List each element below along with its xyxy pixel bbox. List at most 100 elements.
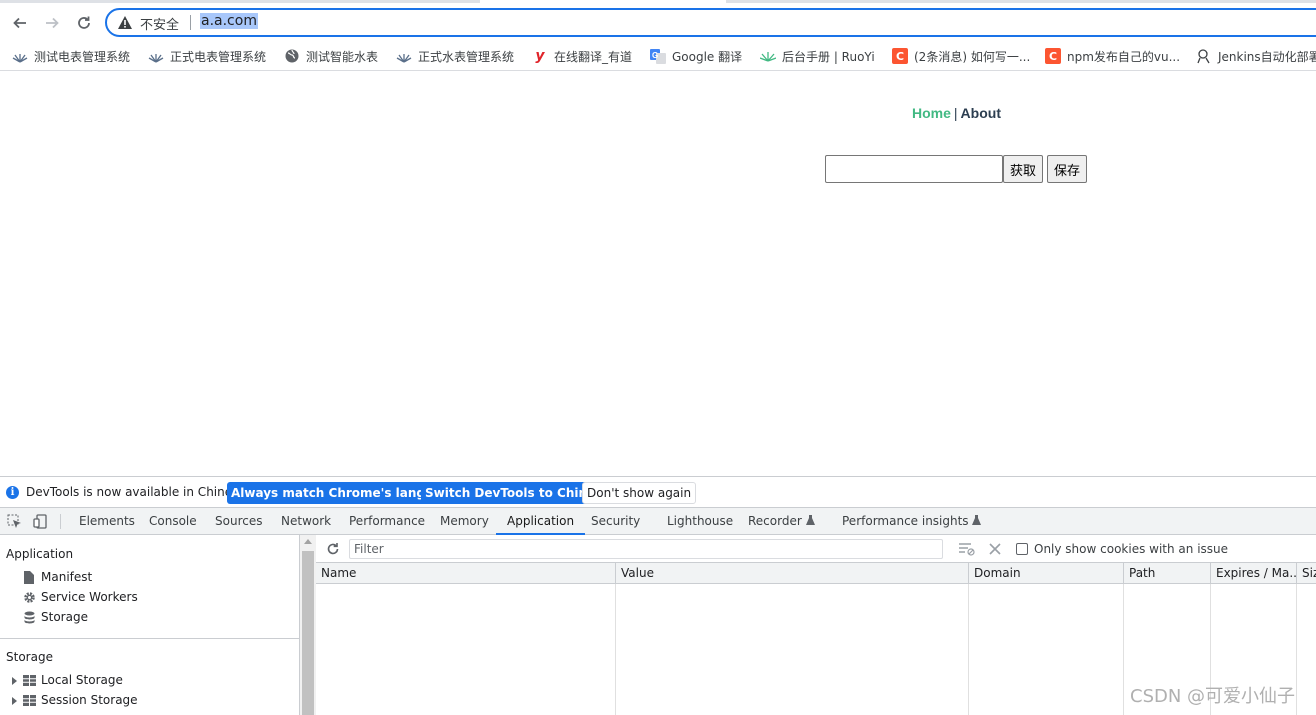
plant-icon: [12, 48, 28, 64]
expand-triangle-icon[interactable]: [12, 677, 17, 685]
security-label[interactable]: 不安全: [140, 14, 179, 33]
reload-button[interactable]: [72, 11, 96, 35]
grid-icon: [22, 693, 36, 707]
clear-filter-icon: [958, 542, 975, 556]
database-icon: [22, 610, 36, 624]
expand-triangle-icon[interactable]: [12, 697, 17, 705]
tab-lighthouse[interactable]: Lighthouse: [667, 508, 733, 535]
bookmark-item[interactable]: 测试智能水表: [284, 46, 378, 66]
plant-icon: [148, 48, 164, 64]
back-button[interactable]: [8, 11, 32, 35]
nav-about-link[interactable]: About: [961, 105, 1001, 121]
bookmark-label: (2条消息) 如何写一...: [914, 49, 1031, 64]
csdn-icon: C: [892, 48, 908, 64]
clear-all-button[interactable]: [986, 540, 1003, 557]
column-header-size[interactable]: Siz: [1297, 563, 1316, 584]
sidebar-item-service-workers[interactable]: Service Workers: [22, 590, 138, 604]
bookmark-item[interactable]: C npm发布自己的vu...: [1045, 46, 1180, 66]
tab-memory[interactable]: Memory: [440, 508, 489, 535]
grid-icon: [22, 673, 36, 687]
warning-icon[interactable]: [117, 15, 133, 30]
bookmark-label: 测试智能水表: [306, 49, 379, 64]
browser-toolbar: 不安全 a.a.com: [0, 3, 1316, 41]
devtools-infobar: i DevTools is now available in Chinese! …: [0, 477, 1316, 508]
devtools-tabbar: Elements Console Sources Network Perform…: [0, 508, 1316, 535]
forward-button[interactable]: [40, 11, 64, 35]
bookmark-item[interactable]: C (2条消息) 如何写一...: [892, 46, 1030, 66]
ruoyi-icon: [760, 48, 776, 64]
tab-console[interactable]: Console: [149, 508, 197, 535]
device-icon: [33, 514, 47, 529]
arrow-left-icon: [13, 17, 26, 29]
bookmark-item[interactable]: G Google 翻译: [650, 46, 742, 66]
inspect-element-button[interactable]: [6, 513, 23, 530]
bookmark-label: Jenkins自动化部署: [1218, 49, 1316, 64]
sidebar-item-label: Local Storage: [41, 673, 123, 687]
tab-security[interactable]: Security: [591, 508, 640, 535]
sidebar-item-local-storage[interactable]: Local Storage: [22, 673, 123, 687]
text-input[interactable]: [825, 155, 1003, 183]
csdn-watermark: CSDN @可爱小仙子: [1130, 686, 1296, 707]
bookmark-item[interactable]: 正式电表管理系统: [148, 46, 266, 66]
column-header-path[interactable]: Path: [1124, 563, 1211, 584]
column-header-name[interactable]: Name: [316, 563, 616, 584]
bookmark-item[interactable]: Jenkins自动化部署: [1196, 46, 1316, 66]
sidebar-item-session-storage[interactable]: Session Storage: [22, 693, 138, 707]
bookmark-label: Google 翻译: [672, 49, 743, 64]
google-translate-icon: G: [650, 48, 666, 64]
only-issue-checkbox[interactable]: [1016, 543, 1028, 555]
sidebar-scrollbar[interactable]: [300, 535, 316, 715]
bookmark-label: 正式电表管理系统: [170, 49, 267, 64]
column-header-domain[interactable]: Domain: [969, 563, 1124, 584]
address-bar[interactable]: 不安全 a.a.com: [105, 8, 1316, 37]
tab-recorder[interactable]: Recorder: [748, 508, 815, 535]
save-button[interactable]: 保存: [1047, 155, 1088, 183]
tab-sources[interactable]: Sources: [215, 508, 262, 535]
bookmark-item[interactable]: 测试电表管理系统: [12, 46, 130, 66]
tab-performance-insights-label: Performance insights: [842, 514, 969, 528]
svg-text:G: G: [652, 51, 658, 60]
tab-elements[interactable]: Elements: [79, 508, 135, 535]
bookmarks-bar: 测试电表管理系统 正式电表管理系统 测试智能水表 正式水表管理系统 y 在线翻译…: [0, 41, 1316, 71]
bookmark-item[interactable]: 正式水表管理系统: [396, 46, 514, 66]
csdn-icon: C: [1045, 48, 1061, 64]
get-button[interactable]: 获取: [1003, 155, 1044, 183]
nav-home-link[interactable]: Home: [912, 105, 951, 121]
column-header-expires[interactable]: Expires / Ma...: [1211, 563, 1297, 584]
youdao-icon: y: [535, 48, 545, 64]
tab-network[interactable]: Network: [281, 508, 331, 535]
bookmark-item[interactable]: 后台手册 | RuoYi: [760, 46, 875, 66]
bookmark-label: 在线翻译_有道: [554, 49, 633, 64]
sidebar-header-storage: Storage: [6, 650, 53, 664]
refresh-icon: [327, 542, 338, 554]
nav-separator: |: [953, 105, 958, 121]
sidebar-item-storage[interactable]: Storage: [22, 610, 88, 624]
scroll-up-arrow-icon[interactable]: [304, 539, 312, 544]
bookmark-label: 后台手册 | RuoYi: [782, 49, 875, 64]
url-text[interactable]: a.a.com: [200, 13, 258, 29]
inspect-icon: [7, 514, 21, 528]
omnibox-divider: [190, 15, 191, 30]
close-icon: [988, 542, 1001, 555]
tab-performance-insights[interactable]: Performance insights: [842, 508, 982, 535]
column-divider: [968, 584, 969, 715]
tab-application[interactable]: Application: [496, 508, 586, 535]
column-header-value[interactable]: Value: [616, 563, 969, 584]
cookie-filter-input[interactable]: [349, 539, 943, 559]
scrollbar-thumb[interactable]: [302, 551, 314, 715]
sidebar-item-label: Manifest: [41, 570, 93, 584]
tab-recorder-label: Recorder: [748, 514, 802, 528]
bookmark-item[interactable]: y 在线翻译_有道: [532, 46, 632, 66]
device-toolbar-button[interactable]: [32, 513, 49, 530]
dont-show-again-button[interactable]: Don't show again: [582, 482, 697, 504]
document-icon: [22, 570, 36, 584]
plant-icon: [396, 48, 412, 64]
clear-filtered-button[interactable]: [958, 540, 975, 557]
column-divider: [1123, 584, 1124, 715]
info-icon: i: [6, 486, 19, 499]
devtools-panel: i DevTools is now available in Chinese! …: [0, 476, 1316, 715]
refresh-button[interactable]: [324, 540, 341, 557]
sidebar-item-manifest[interactable]: Manifest: [22, 570, 92, 584]
tab-performance[interactable]: Performance: [349, 508, 425, 535]
column-divider: [615, 584, 616, 715]
